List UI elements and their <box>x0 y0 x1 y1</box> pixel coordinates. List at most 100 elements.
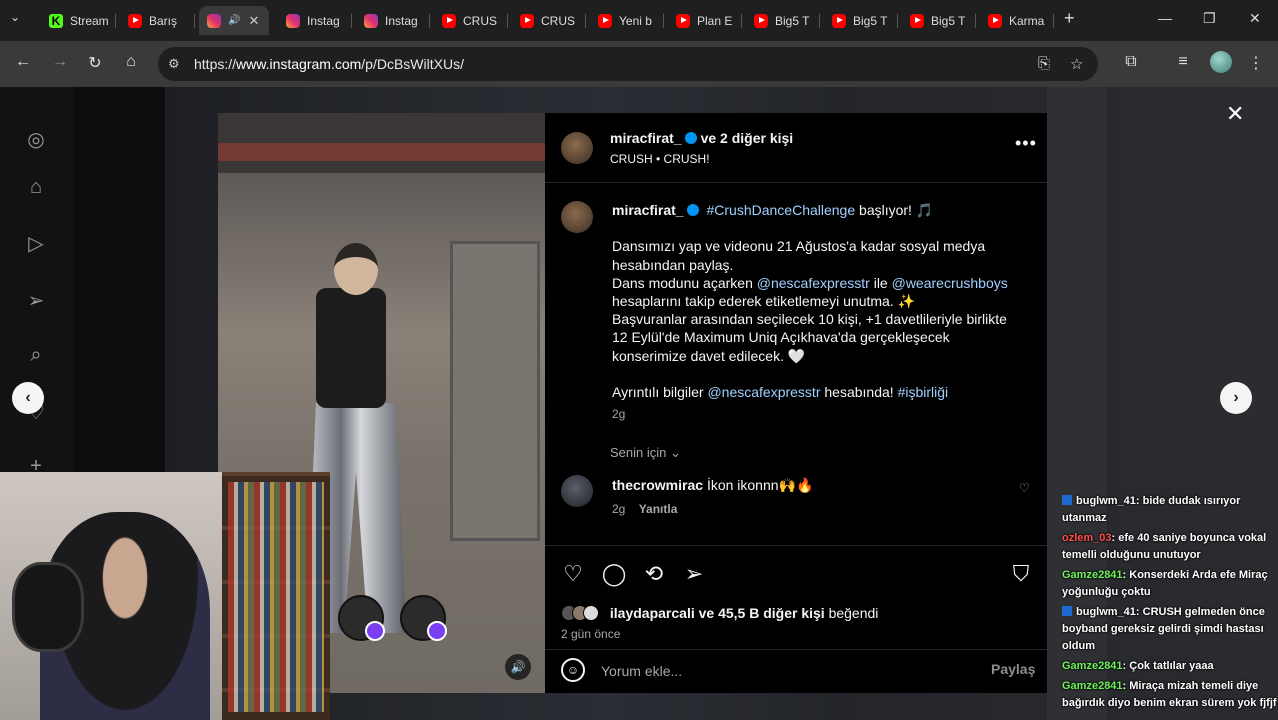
hashtag-link[interactable]: #CrushDanceChallenge <box>706 202 855 218</box>
chat-text: : Çok tatlılar yaaa <box>1122 660 1214 672</box>
kick-icon: K <box>49 13 63 28</box>
likes-count[interactable]: ve 45,5 B diğer kişi <box>699 605 825 621</box>
audio-link[interactable]: CRUSH • CRUSH! <box>610 152 710 166</box>
like-heart-icon[interactable]: ♡ <box>559 560 587 588</box>
caption-author[interactable]: miracfirat_ <box>612 202 684 218</box>
comment-sort-dropdown[interactable]: Senin için ⌄ <box>610 445 681 461</box>
save-bookmark-icon[interactable]: ⛉ <box>1007 560 1035 588</box>
browser-tab[interactable]: CRUS <box>512 6 586 35</box>
emoji-icon[interactable]: ☺ <box>561 658 585 682</box>
post-author[interactable]: miracfirat_ <box>610 130 682 146</box>
mention-link[interactable]: @nescafexpresstr <box>757 275 870 291</box>
chat-badge-icon <box>1062 606 1072 616</box>
sound-toggle-icon[interactable]: 🔊 <box>505 654 531 680</box>
browser-tab[interactable]: Karma <box>980 6 1054 35</box>
caption-timestamp[interactable]: 2g <box>612 405 1022 423</box>
mention-link[interactable]: @nescafexpresstr <box>707 384 820 400</box>
comment-like-heart-icon[interactable]: ♡ <box>1019 481 1030 495</box>
browser-tab[interactable]: Big5 T <box>824 6 898 35</box>
mention-link[interactable]: @wearecrushboys <box>892 275 1008 291</box>
caption-text: Dansımızı yap ve videonu 21 Ağustos'a ka… <box>612 238 986 273</box>
browser-tab[interactable]: K Stream <box>41 6 116 35</box>
browser-tab[interactable]: Big5 T <box>902 6 976 35</box>
site-info-icon[interactable]: ⚙ <box>168 56 180 72</box>
new-tab-button[interactable]: + <box>1064 8 1075 29</box>
tab-search-chevron-icon[interactable]: ⌄ <box>10 10 28 30</box>
comment-time[interactable]: 2g <box>612 502 625 516</box>
comment-input[interactable] <box>601 659 971 683</box>
verified-badge-icon <box>684 132 697 144</box>
browser-tab[interactable]: Instag <box>278 6 352 35</box>
close-modal-icon[interactable]: ✕ <box>1226 101 1244 127</box>
window-close-icon[interactable]: ✕ <box>1249 10 1261 27</box>
browser-tab-bar: ⌄ K Stream Barış 🔊 ✕ Instag Instag CRUS CRUS Yeni… <box>0 0 1278 41</box>
tab-separator <box>975 14 976 28</box>
next-post-chevron-right-icon[interactable]: › <box>1220 382 1252 414</box>
browser-tab[interactable]: 🔊 ✕ <box>199 6 269 35</box>
profile-avatar[interactable] <box>1210 51 1232 73</box>
tab-separator <box>1053 14 1054 28</box>
messages-icon[interactable]: ➢ <box>24 288 48 312</box>
reply-button[interactable]: Yanıtla <box>639 502 678 516</box>
tab-label: CRUS <box>541 13 576 28</box>
bookmark-star-icon[interactable]: ☆ <box>1070 55 1083 73</box>
chat-message: Gamze2841: Konserdeki Arda efe Miraç yoğ… <box>1062 567 1278 601</box>
tab-label: Yeni b <box>619 13 652 28</box>
menu-kebab-icon[interactable]: ⋮ <box>1245 53 1267 73</box>
instagram-logo-icon[interactable]: ◎ <box>24 127 48 151</box>
search-icon[interactable]: ⌕ <box>24 344 48 368</box>
share-send-icon[interactable]: ➢ <box>680 560 708 588</box>
chat-message: Gamze2841: Çok tatlılar yaaa <box>1062 658 1278 675</box>
commenter-name[interactable]: thecrowmirac <box>612 477 703 493</box>
chat-username: Gamze2841 <box>1062 660 1123 672</box>
extensions-icon[interactable]: ⧉ <box>1120 53 1142 71</box>
caption-text: başlıyor! 🎵 <box>855 202 934 218</box>
reload-icon[interactable]: ↻ <box>84 53 106 73</box>
likes-user[interactable]: ilaydaparcali <box>610 605 695 621</box>
tab-audio-icon[interactable]: 🔊 <box>228 15 240 26</box>
prev-post-chevron-left-icon[interactable]: ‹ <box>12 382 44 414</box>
collab-link[interactable]: ve 2 diğer kişi <box>701 130 794 146</box>
actions-divider <box>545 545 1047 546</box>
post-comment-button[interactable]: Paylaş <box>991 661 1035 677</box>
hashtag-link[interactable]: #işbirliği <box>898 384 949 400</box>
comment-meta: 2g Yanıtla <box>612 502 677 516</box>
url-text[interactable]: https://www.instagram.com/p/DcBsWiltXUs/ <box>194 56 464 72</box>
chat-username: buglwm_41 <box>1076 495 1136 507</box>
post-age[interactable]: 2 gün önce <box>561 627 620 641</box>
browser-tab[interactable]: Big5 T <box>746 6 820 35</box>
chat-username: buglwm_41 <box>1076 606 1136 618</box>
likes-summary[interactable]: ilaydaparcali ve 45,5 B diğer kişi beğen… <box>561 605 878 621</box>
author-avatar[interactable] <box>561 132 593 164</box>
tab-separator <box>897 14 898 28</box>
install-app-icon[interactable]: ⎘ <box>1038 55 1050 72</box>
home-icon[interactable]: ⌂ <box>24 176 48 200</box>
restore-icon[interactable]: ❐ <box>1203 10 1216 27</box>
youtube-icon <box>832 13 846 28</box>
browser-tab[interactable]: Yeni b <box>590 6 664 35</box>
tab-separator <box>741 14 742 28</box>
video-door <box>450 241 540 541</box>
tab-separator <box>507 14 508 28</box>
streamer-webcam <box>0 472 330 720</box>
comment-text: İkon ikonnn🙌🔥 <box>706 477 814 493</box>
commenter-avatar[interactable] <box>561 475 593 507</box>
browser-tab[interactable]: Barış <box>120 6 195 35</box>
browser-tab[interactable]: Instag <box>356 6 430 35</box>
comment-bubble-icon[interactable]: ◯ <box>600 560 628 588</box>
back-icon[interactable]: ← <box>12 53 34 71</box>
youtube-icon <box>598 13 612 28</box>
home-icon[interactable]: ⌂ <box>120 53 142 71</box>
more-options-icon[interactable]: ••• <box>1015 133 1037 154</box>
media-control-icon[interactable]: ≡ <box>1172 53 1194 71</box>
minimize-icon[interactable]: — <box>1158 10 1172 26</box>
browser-tab[interactable]: Plan E <box>668 6 742 35</box>
caption-author-avatar[interactable] <box>561 201 593 233</box>
forward-icon[interactable]: → <box>49 53 71 71</box>
reels-icon[interactable]: ▷ <box>24 231 48 255</box>
address-bar[interactable]: ⚙ https://www.instagram.com/p/DcBsWiltXU… <box>158 47 1098 81</box>
browser-tab[interactable]: CRUS <box>434 6 508 35</box>
tab-separator <box>194 14 195 28</box>
repost-icon[interactable]: ⟲ <box>640 560 668 588</box>
tab-close-icon[interactable]: ✕ <box>248 13 259 29</box>
